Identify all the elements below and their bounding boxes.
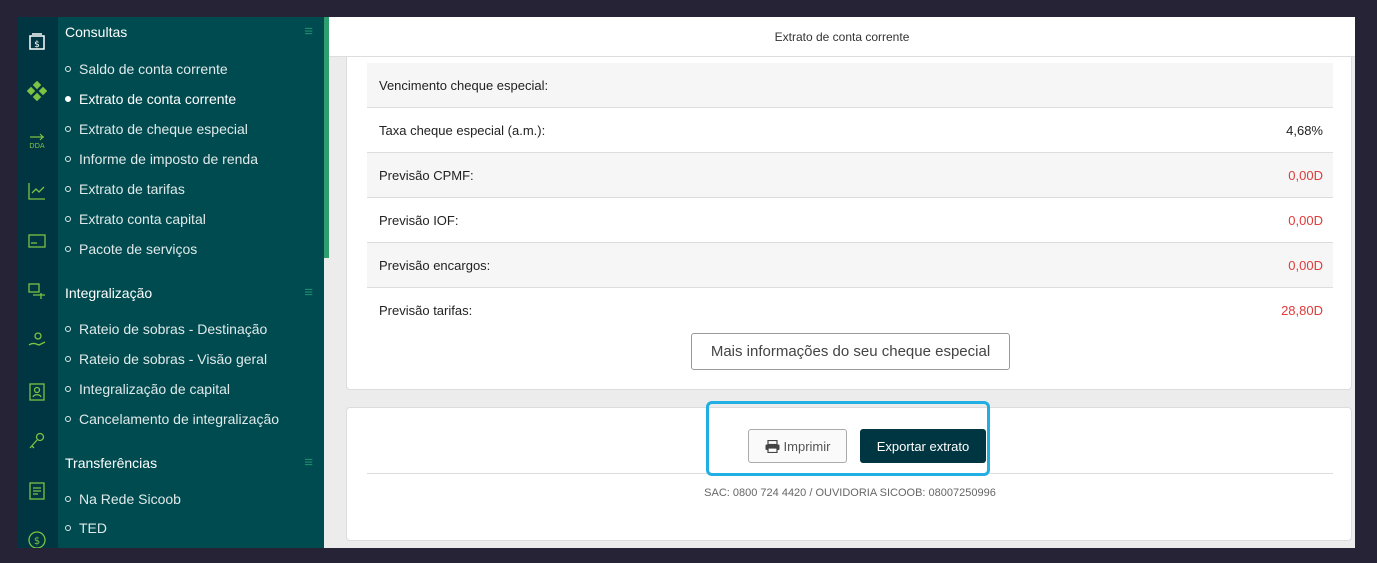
section-header-integralizacao[interactable]: Integralização ≡: [65, 284, 313, 301]
chart-icon[interactable]: [26, 180, 48, 202]
icon-rail: $ DDA $: [18, 17, 58, 548]
row-label: Previsão tarifas:: [379, 303, 473, 318]
row-value: 0,00D: [1288, 257, 1323, 273]
menu-item-label: Extrato conta capital: [79, 211, 206, 227]
svg-text:DDA: DDA: [29, 142, 45, 150]
hand-coin-icon[interactable]: [26, 330, 48, 352]
menu-icon: ≡: [304, 23, 313, 40]
row-label: Previsão CPMF:: [379, 167, 474, 183]
menu-item[interactable]: Saldo de conta corrente: [65, 61, 228, 77]
info-row: Previsão encargos: 0,00D: [367, 243, 1333, 288]
bullet-icon: [65, 186, 71, 193]
menu-item-active[interactable]: Extrato de conta corrente: [65, 91, 236, 107]
menu-item[interactable]: TED: [65, 520, 107, 536]
page-header: Extrato de conta corrente: [329, 17, 1355, 57]
section-title: Consultas: [65, 23, 128, 40]
receipt-icon[interactable]: [26, 480, 48, 502]
menu-item-label: Rateio de sobras - Visão geral: [79, 351, 268, 367]
highlight-box: [706, 401, 990, 476]
menu-icon: ≡: [304, 454, 313, 471]
info-row: Previsão IOF: 0,00D: [367, 198, 1333, 243]
money-statement-icon[interactable]: $: [26, 30, 48, 52]
bullet-icon: [65, 66, 71, 73]
bullet-icon: [65, 326, 71, 333]
menu-item-label: Extrato de conta corrente: [79, 91, 237, 107]
menu-item[interactable]: Rateio de sobras - Destinação: [65, 321, 267, 337]
dda-icon[interactable]: DDA: [26, 131, 48, 153]
bullet-icon: [65, 525, 71, 532]
menu-item-label: Integralização de capital: [79, 381, 230, 397]
section-title: Integralização: [65, 284, 153, 301]
side-menu: Consultas ≡ Saldo de conta corrente Extr…: [58, 17, 324, 548]
key-icon[interactable]: [26, 430, 48, 452]
row-label: Previsão encargos:: [379, 257, 491, 273]
menu-item-label: Pacote de serviços: [79, 241, 198, 257]
bullet-icon: [65, 496, 71, 503]
bullet-icon: [65, 126, 71, 133]
menu-item[interactable]: Rateio de sobras - Visão geral: [65, 351, 267, 367]
info-row: Taxa cheque especial (a.m.): 4,68%: [367, 108, 1333, 153]
bullet-icon: [65, 246, 71, 253]
menu-icon: ≡: [304, 284, 313, 301]
menu-item-label: Cancelamento de integralização: [79, 411, 280, 427]
menu-item-label: TED: [79, 520, 107, 536]
menu-item[interactable]: Pacote de serviços: [65, 241, 197, 257]
transfer-icon[interactable]: [26, 280, 48, 302]
menu-item[interactable]: Extrato conta capital: [65, 211, 206, 227]
row-label: Vencimento cheque especial:: [379, 77, 549, 93]
menu-item-label: Extrato de tarifas: [79, 181, 185, 197]
row-label: Previsão IOF:: [379, 212, 459, 228]
bullet-icon: [65, 356, 71, 363]
row-value: 0,00D: [1288, 167, 1323, 183]
section-header-transferencias[interactable]: Transferências ≡: [65, 454, 313, 471]
sicoob-logo-icon[interactable]: [26, 80, 48, 102]
section-title: Transferências: [65, 454, 158, 471]
sac-contact-text: SAC: 0800 724 4420 / OUVIDORIA SICOOB: 0…: [704, 487, 996, 499]
id-badge-icon[interactable]: [26, 381, 48, 403]
menu-item[interactable]: Integralização de capital: [65, 381, 230, 397]
menu-item[interactable]: Extrato de tarifas: [65, 181, 185, 197]
info-row: Previsão tarifas: 28,80D: [367, 288, 1333, 333]
bullet-icon: [65, 416, 71, 423]
row-value: 0,00D: [1288, 212, 1323, 228]
svg-text:$: $: [34, 40, 40, 50]
menu-item-label: Informe de imposto de renda: [79, 151, 258, 167]
more-info-button[interactable]: Mais informações do seu cheque especial: [691, 333, 1010, 370]
dollar-coin-icon[interactable]: $: [26, 529, 48, 548]
menu-item-label: Na Rede Sicoob: [79, 491, 181, 507]
bullet-icon: [65, 216, 71, 223]
menu-item[interactable]: Extrato de cheque especial: [65, 121, 248, 137]
bullet-icon: [65, 386, 71, 393]
menu-item[interactable]: Cancelamento de integralização: [65, 411, 279, 427]
section-header-consultas[interactable]: Consultas ≡: [65, 23, 313, 40]
bullet-icon: [65, 96, 71, 103]
overdraft-info-card: Vencimento cheque especial: Taxa cheque …: [346, 57, 1352, 390]
page-title: Extrato de conta corrente: [774, 29, 910, 44]
bullet-icon: [65, 156, 71, 163]
row-value: 4,68%: [1286, 122, 1323, 138]
row-value: 28,80D: [1281, 303, 1323, 318]
card-icon[interactable]: [26, 230, 48, 252]
app-frame: $ DDA $ Consultas ≡ Saldo de conta corre…: [18, 17, 1355, 548]
menu-item-label: Saldo de conta corrente: [79, 61, 228, 77]
menu-item[interactable]: Informe de imposto de renda: [65, 151, 258, 167]
svg-text:$: $: [34, 536, 40, 547]
info-row: Previsão CPMF: 0,00D: [367, 153, 1333, 198]
menu-item[interactable]: Na Rede Sicoob: [65, 491, 181, 507]
menu-item-label: Rateio de sobras - Destinação: [79, 321, 268, 337]
info-row: Vencimento cheque especial:: [367, 63, 1333, 108]
menu-item-label: Extrato de cheque especial: [79, 121, 248, 137]
row-label: Taxa cheque especial (a.m.):: [379, 122, 546, 138]
